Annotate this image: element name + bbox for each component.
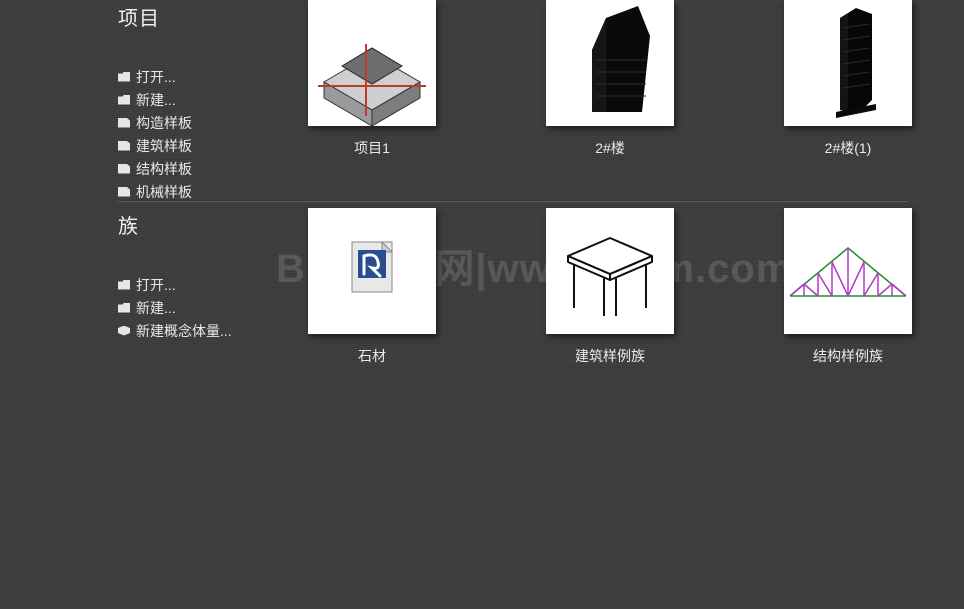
card-label: 建筑样例族: [575, 346, 645, 366]
folder-icon: [118, 280, 130, 290]
folder-icon: [118, 303, 130, 313]
card-project-2[interactable]: 2#楼: [546, 0, 674, 158]
card-project-3[interactable]: 2#楼(1): [784, 0, 912, 158]
thumbnail: [308, 208, 436, 334]
card-label: 2#楼(1): [825, 138, 872, 158]
link-label: 机械样板: [136, 182, 192, 202]
thumbnail: [308, 0, 436, 126]
link-new-conceptual-mass[interactable]: 新建概念体量...: [118, 319, 288, 342]
link-label: 新建...: [136, 298, 176, 318]
card-family-struct-sample[interactable]: 结构样例族: [784, 208, 912, 366]
link-construction-template[interactable]: 构造样板: [118, 111, 288, 134]
link-label: 打开...: [136, 275, 176, 295]
card-family-arch-sample[interactable]: 建筑样例族: [546, 208, 674, 366]
card-family-stone[interactable]: 石材: [308, 208, 436, 366]
thumbnail: [546, 208, 674, 334]
document-icon: [118, 118, 130, 128]
document-icon: [118, 164, 130, 174]
section-families: 族 打开... 新建... 新建概念体量...: [118, 208, 924, 366]
link-open-project[interactable]: 打开...: [118, 65, 288, 88]
link-label: 构造样板: [136, 113, 192, 133]
sidebar-families: 族 打开... 新建... 新建概念体量...: [118, 208, 288, 342]
card-label: 项目1: [354, 138, 390, 158]
card-label: 2#楼: [595, 138, 625, 158]
cube-icon: [118, 326, 130, 336]
section-projects: 项目 打开... 新建... 构造样板: [118, 0, 924, 203]
sidebar-projects: 项目 打开... 新建... 构造样板: [118, 0, 288, 203]
document-icon: [118, 141, 130, 151]
document-icon: [118, 187, 130, 197]
gallery-families: 石材: [288, 208, 924, 366]
thumbnail: [784, 0, 912, 126]
card-project-1[interactable]: 项目1: [308, 0, 436, 158]
link-label: 建筑样板: [136, 136, 192, 156]
link-label: 新建概念体量...: [136, 321, 232, 341]
gallery-projects: 项目1: [288, 0, 924, 158]
folder-icon: [118, 72, 130, 82]
link-new-project[interactable]: 新建...: [118, 88, 288, 111]
link-architectural-template[interactable]: 建筑样板: [118, 134, 288, 157]
link-label: 结构样板: [136, 159, 192, 179]
section-title-projects: 项目: [118, 2, 288, 31]
section-divider: [118, 200, 908, 201]
link-structural-template[interactable]: 结构样板: [118, 157, 288, 180]
folder-icon: [118, 95, 130, 105]
section-title-families: 族: [118, 210, 288, 239]
link-open-family[interactable]: 打开...: [118, 273, 288, 296]
link-label: 新建...: [136, 90, 176, 110]
link-new-family[interactable]: 新建...: [118, 296, 288, 319]
link-label: 打开...: [136, 67, 176, 87]
thumbnail: [546, 0, 674, 126]
card-label: 结构样例族: [813, 346, 883, 366]
thumbnail: [784, 208, 912, 334]
card-label: 石材: [358, 346, 386, 366]
